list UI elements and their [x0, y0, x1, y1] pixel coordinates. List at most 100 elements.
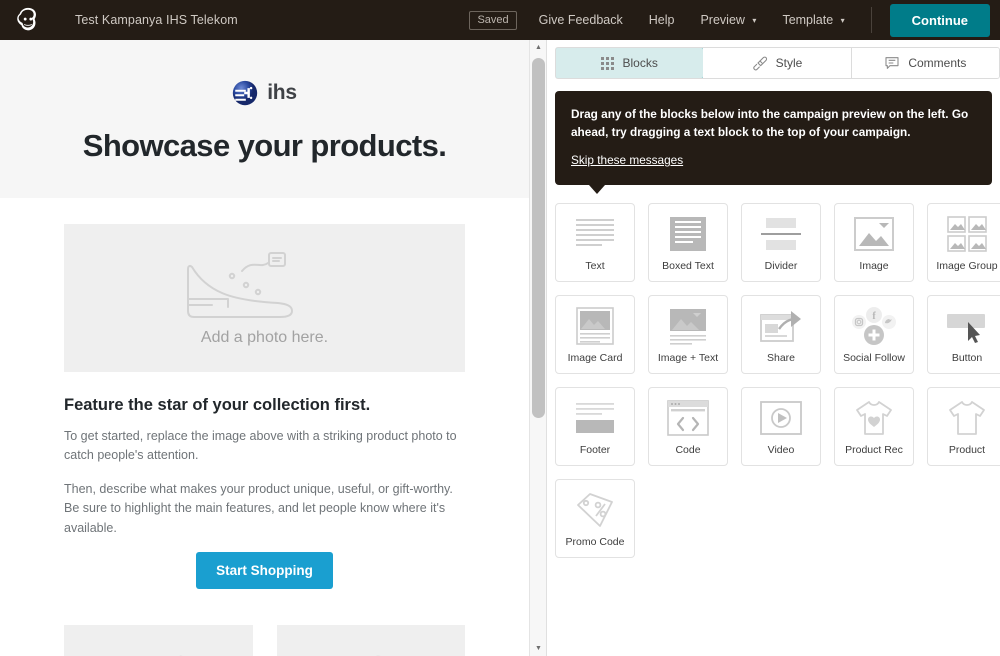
body-paragraph-1: To get started, replace the image above … — [64, 429, 457, 463]
block-tile-product-rec[interactable]: Product Rec — [834, 386, 914, 466]
help-link[interactable]: Help — [649, 13, 675, 27]
scroll-up-arrow-icon[interactable]: ▲ — [530, 40, 547, 55]
give-feedback-link[interactable]: Give Feedback — [539, 13, 623, 27]
block-tile-image-group[interactable]: Image Group — [927, 202, 1000, 282]
block-label: Divider — [764, 259, 798, 272]
block-tile-button[interactable]: Button — [927, 294, 1000, 374]
template-label: Template — [782, 13, 834, 27]
block-tile-social-follow[interactable]: f Social Follow — [834, 294, 914, 374]
block-label: Image + Text — [657, 351, 719, 364]
image-icon — [853, 213, 895, 255]
skip-messages-link[interactable]: Skip these messages — [571, 153, 683, 167]
video-play-icon — [759, 397, 803, 439]
social-follow-icon: f — [851, 305, 897, 347]
blocks-panel: Blocks Style Comments Drag any of the bl… — [547, 40, 1000, 656]
block-label: Text — [585, 259, 605, 272]
text-lines-icon — [572, 213, 618, 255]
section-title: Feature the star of your collection firs… — [64, 396, 371, 414]
brand-lockup: ihs — [0, 80, 529, 106]
block-tile-code[interactable]: Code — [648, 386, 728, 466]
block-label: Promo Code — [565, 535, 625, 548]
scroll-down-arrow-icon[interactable]: ▼ — [530, 641, 547, 656]
panel-tabs: Blocks Style Comments — [555, 47, 1000, 79]
tip-message: Drag any of the blocks below into the ca… — [571, 107, 969, 139]
paintbrush-icon — [752, 56, 767, 71]
tip-pointer — [589, 184, 605, 194]
block-label: Social Follow — [843, 351, 905, 364]
block-tile-image-text[interactable]: Image + Text — [648, 294, 728, 374]
tab-style[interactable]: Style — [703, 48, 852, 78]
tab-blocks[interactable]: Blocks — [556, 48, 705, 78]
give-feedback-label: Give Feedback — [538, 13, 623, 27]
block-label: Code — [675, 443, 701, 456]
button-cursor-icon — [944, 305, 990, 347]
image-card-icon — [574, 305, 616, 347]
tab-comments-label: Comments — [908, 56, 967, 70]
preview-label: Preview — [700, 13, 745, 27]
block-label: Video — [767, 443, 795, 456]
template-menu[interactable]: Template ▾ — [782, 13, 844, 27]
block-tile-divider[interactable]: Divider — [741, 202, 821, 282]
campaign-preview-pane[interactable]: ihs Showcase your products. Add a photo … — [0, 40, 529, 656]
tab-style-label: Style — [775, 56, 803, 70]
help-label: Help — [648, 13, 675, 27]
body-paragraph-2: Then, describe what makes your product u… — [64, 481, 453, 535]
toolbar-divider — [870, 7, 872, 33]
campaign-title: Test Kampanya IHS Telekom — [75, 13, 238, 27]
footer-icon — [573, 397, 617, 439]
photo-placeholder-caption: Add a photo here. — [200, 329, 329, 346]
block-tile-product[interactable]: Product — [927, 386, 1000, 466]
grid-dots-icon — [601, 56, 615, 70]
top-navigation-bar: Test Kampanya IHS Telekom Saved Give Fee… — [0, 0, 1000, 40]
block-tile-share[interactable]: Share — [741, 294, 821, 374]
start-shopping-button[interactable]: Start Shopping — [196, 551, 333, 589]
shoe-outline-icon — [186, 252, 293, 318]
share-arrow-icon — [759, 305, 803, 347]
block-label: Image Card — [567, 351, 623, 364]
block-tile-text[interactable]: Text — [555, 202, 635, 282]
tshirt-hanger-outline-icon — [176, 655, 194, 656]
tshirt-icon — [946, 397, 988, 439]
preview-menu[interactable]: Preview ▾ — [700, 13, 756, 27]
tshirt-heart-icon — [853, 397, 895, 439]
product-placeholder-left[interactable] — [64, 624, 253, 656]
preview-body: Add a photo here. Feature the star of yo… — [0, 198, 529, 656]
onboarding-tip: Drag any of the blocks below into the ca… — [555, 91, 992, 194]
block-label: Boxed Text — [662, 259, 714, 272]
tab-comments[interactable]: Comments — [851, 48, 999, 78]
divider-icon — [759, 213, 803, 255]
block-label: Image — [859, 259, 889, 272]
block-label: Product — [948, 443, 986, 456]
dress-hanger-outline-icon — [375, 655, 381, 656]
block-tile-image[interactable]: Image — [834, 202, 914, 282]
preview-scrollbar[interactable]: ▲ ▼ — [529, 40, 546, 656]
campaign-builder-window: Test Kampanya IHS Telekom Saved Give Fee… — [0, 0, 1000, 656]
boxed-text-icon — [668, 213, 708, 255]
continue-button[interactable]: Continue — [889, 3, 990, 37]
promo-tag-icon — [574, 489, 616, 531]
image-group-icon — [947, 213, 987, 255]
block-tile-image-card[interactable]: Image Card — [555, 294, 635, 374]
block-label: Footer — [579, 443, 611, 456]
mailchimp-freddie-logo-icon[interactable] — [13, 5, 43, 35]
preview-scrollbar-thumb[interactable] — [532, 58, 545, 418]
ihs-globe-logo-icon — [233, 80, 258, 106]
photo-placeholder-block[interactable]: Add a photo here. — [64, 224, 465, 372]
block-tile-promo-code[interactable]: Promo Code — [555, 478, 635, 558]
product-placeholder-right[interactable] — [276, 624, 465, 656]
block-palette: Text Boxed Text Divider Image Image Grou… — [547, 185, 1000, 558]
preview-hero-section: ihs Showcase your products. — [0, 40, 529, 198]
hero-title: Showcase your products. — [82, 128, 447, 163]
block-label: Button — [951, 351, 983, 364]
brand-name: ihs — [267, 81, 297, 104]
chevron-down-icon: ▾ — [840, 16, 845, 25]
code-browser-icon — [666, 397, 710, 439]
block-tile-video[interactable]: Video — [741, 386, 821, 466]
cta-container: Start Shopping — [64, 551, 465, 589]
block-label: Share — [766, 351, 796, 364]
topbar-actions: Saved Give Feedback Help Preview ▾ Templ… — [469, 0, 1000, 40]
block-tile-footer[interactable]: Footer — [555, 386, 635, 466]
comment-bubble-icon — [885, 57, 899, 69]
image-text-icon — [667, 305, 709, 347]
block-tile-boxed-text[interactable]: Boxed Text — [648, 202, 728, 282]
